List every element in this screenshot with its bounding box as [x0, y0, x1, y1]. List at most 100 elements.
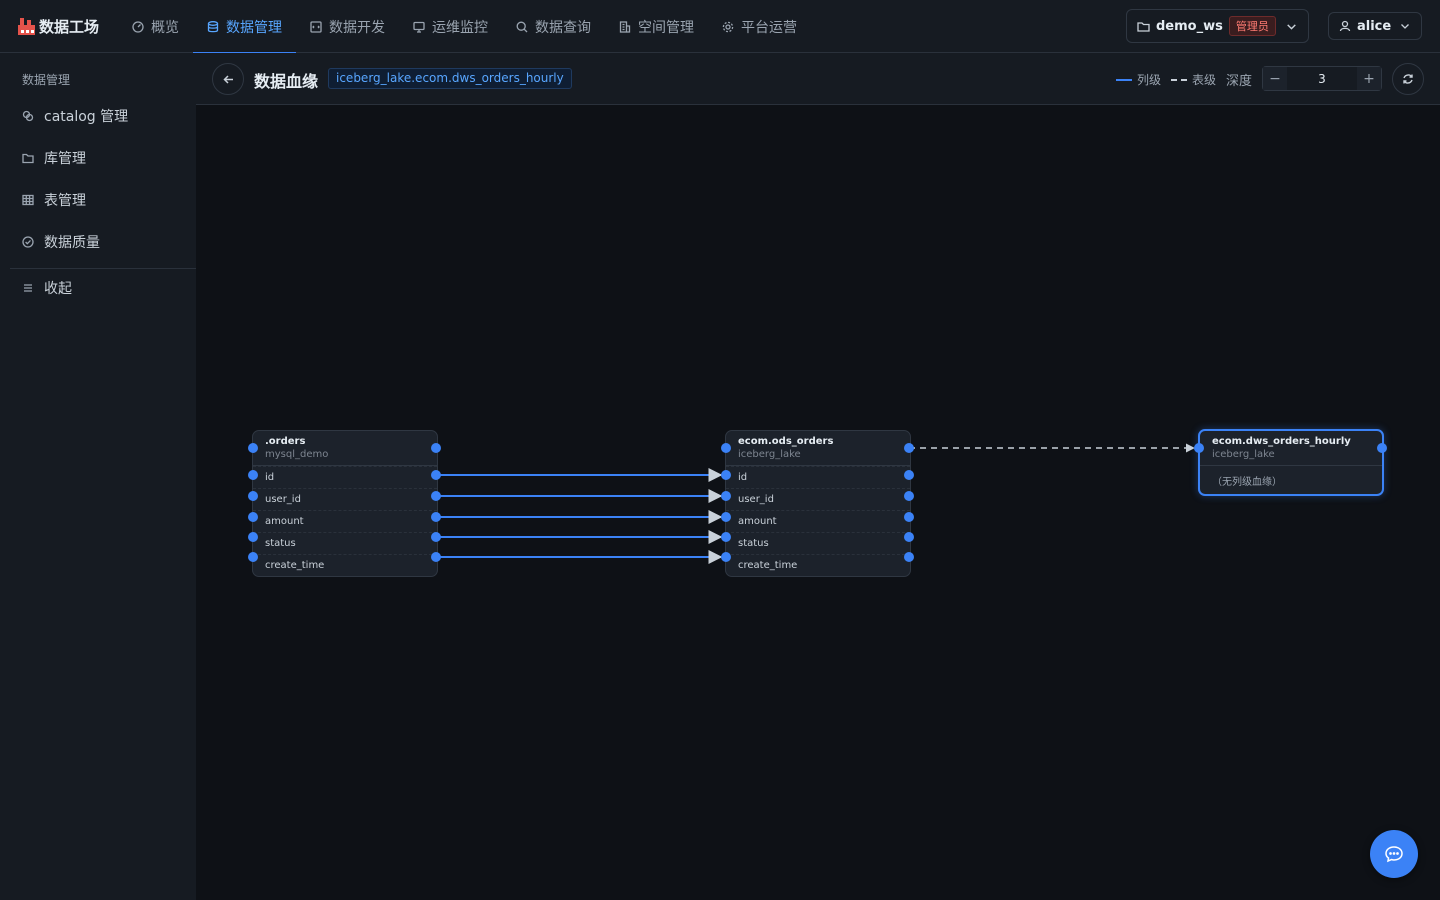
dashboard-icon — [132, 20, 144, 33]
main-nav: 概览 数据管理 数据开发 运维监控 数据查询 空间管理 平台运营 — [118, 0, 811, 54]
sidebar: 数据管理 catalog 管理 库管理 表管理 数据质量 收起 — [0, 53, 196, 900]
check-circle-icon — [22, 236, 34, 248]
lineage-header: 数据血缘 iceberg_lake.ecom.dws_orders_hourly… — [196, 53, 1440, 105]
menu-fold-icon — [24, 284, 32, 292]
table-tag: iceberg_lake.ecom.dws_orders_hourly — [328, 68, 572, 89]
user-menu[interactable]: alice — [1328, 12, 1422, 40]
chevron-down-icon — [1287, 23, 1296, 30]
folder-icon — [1137, 21, 1150, 32]
handle — [248, 532, 258, 542]
nav-item-ops-monitor[interactable]: 运维监控 — [399, 0, 502, 53]
depth-increase-button[interactable]: + — [1357, 67, 1381, 90]
handle — [431, 552, 441, 562]
sidebar-title: 数据管理 — [22, 73, 71, 87]
role-badge: 管理员 — [1228, 16, 1276, 36]
solid-line-icon — [1116, 78, 1132, 81]
building-icon — [619, 20, 631, 33]
workspace-name: demo_ws — [1156, 18, 1223, 34]
user-icon — [1339, 20, 1351, 32]
handle — [1377, 443, 1387, 453]
workspace-selector[interactable]: demo_ws 管理员 — [1126, 9, 1309, 43]
nav-item-space-management[interactable]: 空间管理 — [605, 0, 708, 53]
handle — [721, 491, 731, 501]
nav-label: 数据查询 — [535, 19, 591, 36]
table-icon — [22, 194, 34, 206]
sidebar-item-label: 库管理 — [44, 151, 86, 167]
nav-label: 空间管理 — [638, 19, 694, 36]
top-bar: 数据工场 概览 数据管理 数据开发 运维监控 数据查询 空间管理 平台运营 de… — [0, 0, 1440, 54]
handle — [248, 470, 258, 480]
nav-item-data-dev[interactable]: 数据开发 — [296, 0, 399, 53]
depth-label: 深度 — [1226, 74, 1253, 89]
back-button[interactable] — [212, 63, 244, 95]
nav-item-overview[interactable]: 概览 — [118, 0, 193, 53]
sidebar-item-quality[interactable]: 数据质量 — [22, 231, 100, 253]
legend-column-label: 列级 — [1137, 73, 1162, 87]
handle — [431, 470, 441, 480]
handle — [248, 443, 258, 453]
handle — [248, 552, 258, 562]
database-icon — [207, 20, 219, 32]
brand[interactable]: 数据工场 — [18, 15, 99, 37]
user-name: alice — [1357, 18, 1392, 34]
sidebar-item-catalog[interactable]: catalog 管理 — [22, 105, 128, 127]
sidebar-divider — [10, 268, 196, 269]
nav-item-data-management[interactable]: 数据管理 — [193, 0, 296, 54]
handle — [721, 552, 731, 562]
arrow-left-icon — [222, 74, 233, 84]
folder-icon — [22, 153, 34, 164]
sidebar-item-database[interactable]: 库管理 — [22, 147, 86, 169]
depth-value[interactable]: 3 — [1287, 72, 1357, 86]
handle — [431, 491, 441, 501]
nav-label: 数据管理 — [226, 19, 282, 36]
handle — [904, 532, 914, 542]
handle — [248, 512, 258, 522]
handle — [721, 470, 731, 480]
nav-label: 概览 — [151, 19, 179, 36]
search-icon — [516, 21, 528, 32]
handle — [431, 532, 441, 542]
collapse-label: 收起 — [44, 281, 72, 297]
handle — [721, 532, 731, 542]
chevron-down-icon — [1401, 24, 1409, 29]
monitor-icon — [413, 21, 425, 33]
nav-label: 数据开发 — [329, 19, 385, 36]
handle — [904, 470, 914, 480]
sidebar-item-label: catalog 管理 — [44, 109, 129, 125]
nav-item-data-query[interactable]: 数据查询 — [502, 0, 605, 53]
lineage-canvas[interactable]: .orders mysql_demo id user_id amount sta… — [196, 105, 1440, 900]
nav-item-platform-ops[interactable]: 平台运营 — [708, 0, 811, 53]
sidebar-collapse-button[interactable]: 收起 — [22, 277, 72, 299]
sidebar-item-label: 表管理 — [44, 193, 86, 209]
depth-stepper[interactable]: − 3 + — [1262, 66, 1382, 91]
handle — [904, 512, 914, 522]
refresh-button[interactable] — [1392, 63, 1424, 95]
chat-button[interactable] — [1370, 830, 1418, 878]
handle — [431, 443, 441, 453]
node-handles — [248, 443, 1387, 562]
handle — [904, 552, 914, 562]
catalog-icon — [22, 110, 34, 122]
handle — [721, 443, 731, 453]
dashed-line-icon — [1171, 78, 1188, 81]
gear-icon — [722, 21, 734, 32]
handle — [904, 491, 914, 501]
handle — [721, 512, 731, 522]
legend-table-label: 表级 — [1192, 73, 1217, 87]
factory-icon — [18, 17, 35, 35]
brand-name: 数据工场 — [39, 17, 100, 36]
page-title: 数据血缘 — [254, 72, 319, 91]
legend-table: 表级 — [1171, 71, 1216, 88]
legend-column: 列级 — [1116, 71, 1161, 88]
sidebar-item-table[interactable]: 表管理 — [22, 189, 86, 211]
nav-label: 运维监控 — [432, 19, 488, 36]
handle — [904, 443, 914, 453]
depth-decrease-button[interactable]: − — [1263, 67, 1287, 90]
handle — [248, 491, 258, 501]
sidebar-item-label: 数据质量 — [44, 235, 100, 251]
chat-icon — [1385, 846, 1403, 863]
handle — [1194, 443, 1204, 453]
legend: 列级 表级 深度 — [1116, 70, 1252, 89]
nav-label: 平台运营 — [741, 19, 797, 36]
handle — [431, 512, 441, 522]
